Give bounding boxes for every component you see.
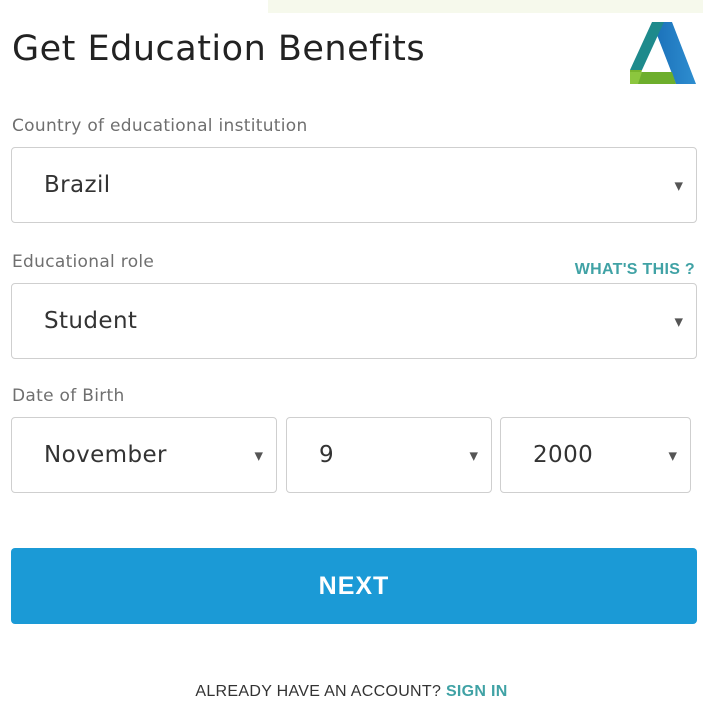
chevron-down-icon: ▼ bbox=[674, 315, 683, 329]
country-select-value: Brazil bbox=[44, 172, 111, 198]
chevron-down-icon: ▼ bbox=[674, 179, 683, 193]
dob-year-value: 2000 bbox=[533, 442, 594, 468]
chevron-down-icon: ▼ bbox=[668, 449, 677, 463]
role-select[interactable]: Student ▼ bbox=[11, 283, 697, 359]
dob-day-select[interactable]: 9 ▼ bbox=[286, 417, 492, 493]
dob-day-value: 9 bbox=[319, 442, 335, 468]
role-label: Educational role bbox=[12, 252, 155, 272]
signin-prompt: ALREADY HAVE AN ACCOUNT? SIGN IN bbox=[0, 681, 703, 703]
top-banner-strip bbox=[268, 0, 703, 13]
dob-label: Date of Birth bbox=[12, 386, 125, 406]
account-prompt-text: ALREADY HAVE AN ACCOUNT? bbox=[195, 683, 442, 700]
sign-in-link[interactable]: SIGN IN bbox=[446, 683, 508, 700]
dob-month-value: November bbox=[44, 442, 167, 468]
next-button[interactable]: NEXT bbox=[11, 548, 697, 624]
whats-this-link[interactable]: WHAT'S THIS ? bbox=[575, 259, 695, 281]
country-label: Country of educational institution bbox=[12, 116, 308, 136]
autodesk-logo-icon bbox=[630, 22, 696, 84]
chevron-down-icon: ▼ bbox=[254, 449, 263, 463]
chevron-down-icon: ▼ bbox=[469, 449, 478, 463]
page-title: Get Education Benefits bbox=[12, 29, 426, 69]
dob-year-select[interactable]: 2000 ▼ bbox=[500, 417, 691, 493]
dob-month-select[interactable]: November ▼ bbox=[11, 417, 277, 493]
role-select-value: Student bbox=[44, 308, 138, 334]
country-select[interactable]: Brazil ▼ bbox=[11, 147, 697, 223]
